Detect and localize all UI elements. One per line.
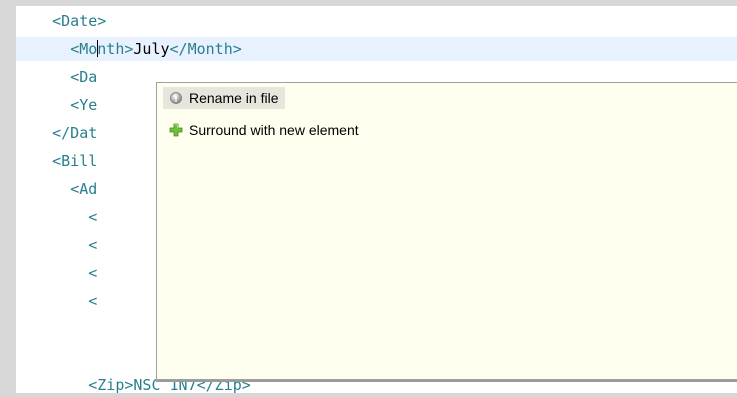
xml-text: July <box>133 40 170 58</box>
proposal-rename-in-file[interactable]: Rename in file <box>163 87 285 109</box>
xml-tag: < <box>88 236 98 254</box>
proposal-label: Rename in file <box>189 90 279 106</box>
xml-tag: nth> <box>97 40 134 58</box>
xml-tag: </Dat <box>52 124 98 142</box>
xml-tag: <Ye <box>70 96 98 114</box>
xml-tag: <Date> <box>52 12 107 30</box>
xml-tag: < <box>88 292 98 310</box>
rename-icon <box>170 92 182 104</box>
editor-line-current[interactable]: <Month>July</Month> <box>16 37 737 61</box>
xml-tag: <Mo <box>70 40 98 58</box>
xml-tag: < <box>88 264 98 282</box>
xml-tag: <Bill <box>52 152 98 170</box>
xml-tag: <Da <box>70 68 98 86</box>
xml-tag: <Ad <box>70 180 98 198</box>
quick-assist-popup[interactable]: Rename in file Surround with new element <box>156 82 737 380</box>
add-plus-icon <box>169 123 183 137</box>
editor-line[interactable]: <Date> <box>16 9 737 33</box>
xml-tag: <Zip> <box>88 376 134 394</box>
xml-tag: </Month> <box>169 40 242 58</box>
proposal-surround-with-new-element[interactable]: Surround with new element <box>163 119 365 141</box>
xml-tag: < <box>88 208 98 226</box>
proposal-label: Surround with new element <box>189 122 359 138</box>
